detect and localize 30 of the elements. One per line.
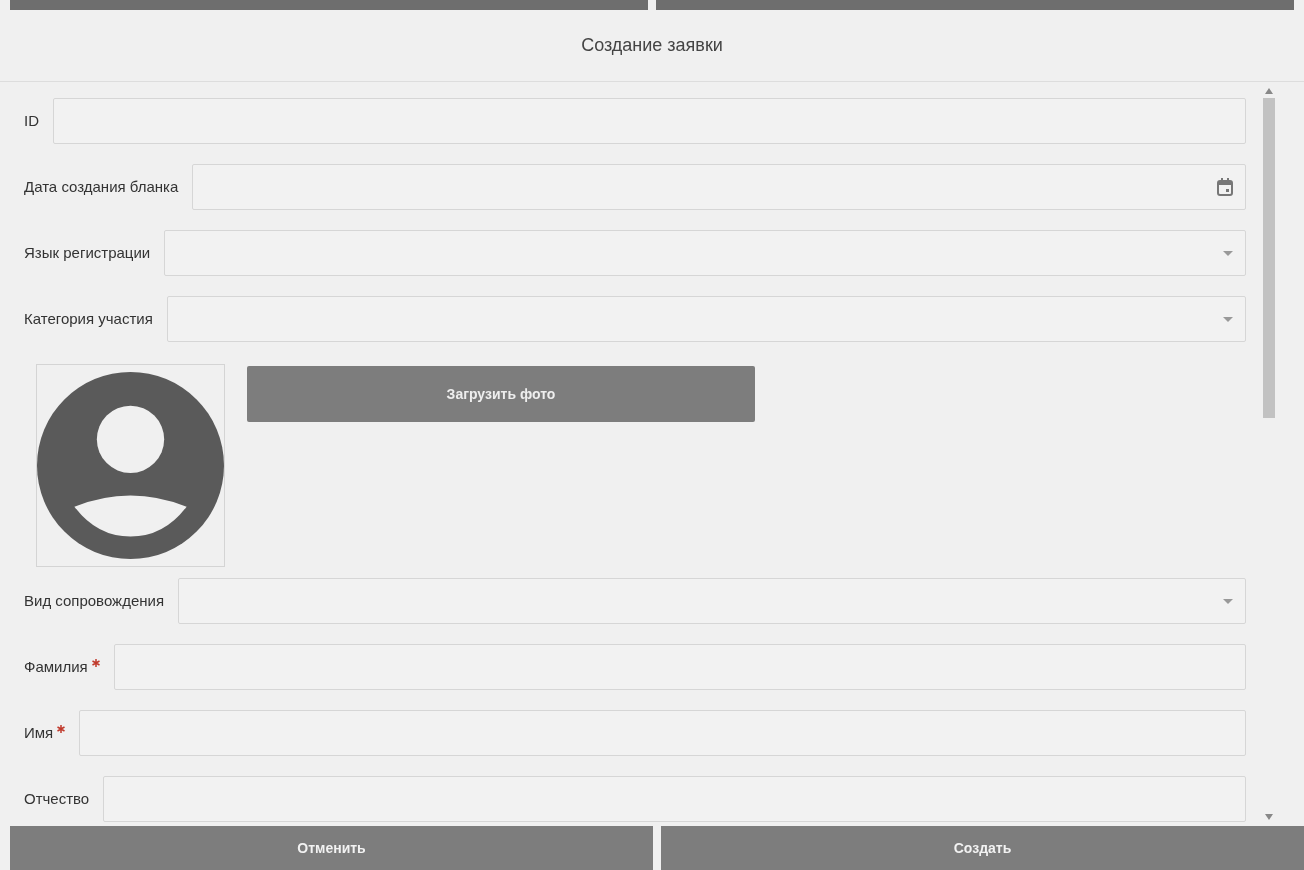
caret-icon[interactable]: [1223, 598, 1233, 604]
scroll-down-icon[interactable]: [1265, 814, 1273, 820]
dropdown-field[interactable]: [178, 578, 1246, 624]
scrollbar-thumb[interactable]: [1263, 98, 1275, 418]
field-label: Дата создания бланка: [24, 176, 179, 197]
dropdown-field[interactable]: [166, 296, 1246, 342]
cancel-button[interactable]: Отменить: [10, 826, 653, 870]
date-field[interactable]: [192, 164, 1246, 210]
button-edge[interactable]: [656, 0, 1294, 10]
field-label: Категория участия: [24, 308, 153, 329]
field-label: ID: [24, 110, 39, 131]
field-label: Вид сопровождения: [24, 590, 164, 611]
scroll-up-icon[interactable]: [1265, 88, 1273, 94]
field-label: Фамилия: [24, 656, 88, 677]
field-label: Имя: [24, 722, 54, 743]
upload-photo-button[interactable]: Загрузить фото: [247, 366, 755, 422]
input-field[interactable]: [103, 776, 1246, 822]
caret-icon[interactable]: [1223, 250, 1233, 256]
button-edge[interactable]: [10, 0, 648, 10]
dropdown-field[interactable]: [164, 230, 1246, 276]
input-field[interactable]: [53, 98, 1246, 144]
input-field[interactable]: [79, 710, 1246, 756]
field-label: Язык регистрации: [24, 242, 151, 263]
calendar-icon[interactable]: [1217, 178, 1233, 196]
field-label: Отчество: [24, 788, 90, 809]
create-button[interactable]: Создать: [661, 826, 1304, 870]
input-field[interactable]: [113, 644, 1246, 690]
dialog-title: Создание заявки: [581, 34, 723, 57]
caret-icon[interactable]: [1223, 316, 1233, 322]
avatar-icon: [37, 372, 224, 559]
